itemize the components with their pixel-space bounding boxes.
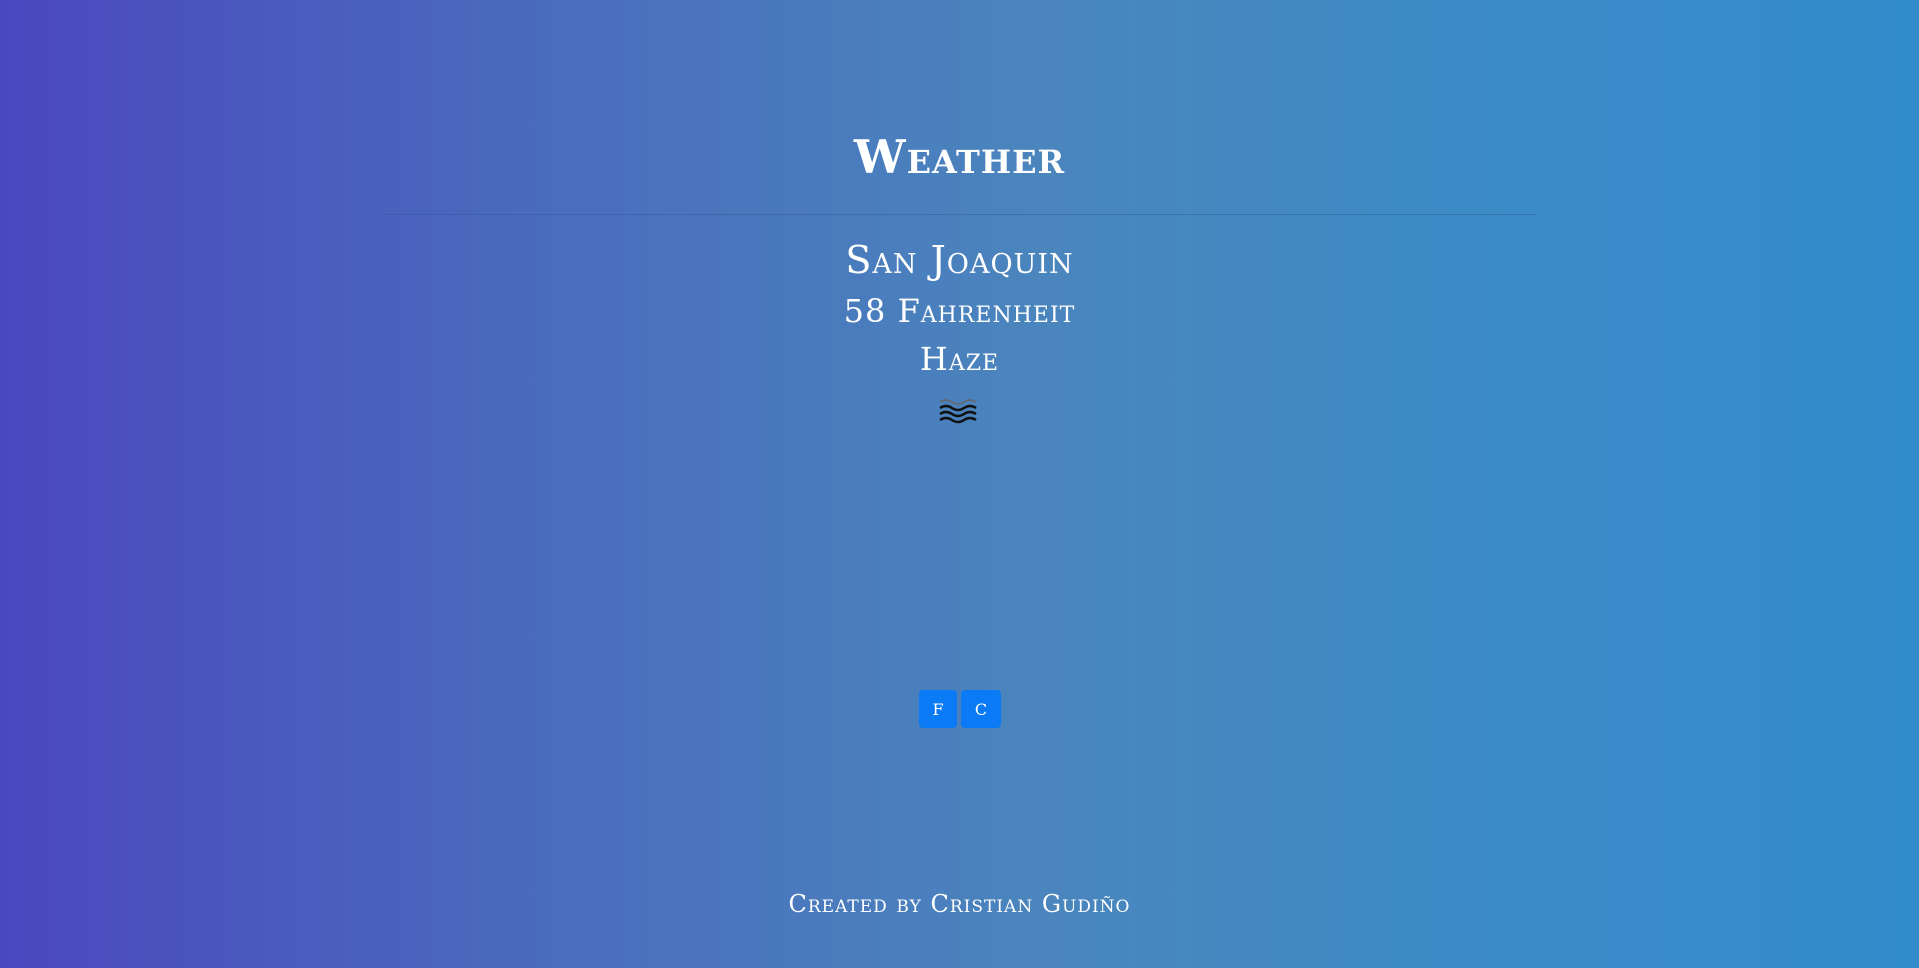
celsius-button[interactable]: C <box>961 690 1001 728</box>
page-title: Weather <box>853 130 1066 184</box>
footer-credit: Created by Cristian Gudiño <box>788 890 1131 918</box>
weather-condition: Haze <box>919 340 1000 378</box>
header-divider <box>383 214 1537 215</box>
temperature-value: 58 Fahrenheit <box>843 292 1076 330</box>
fahrenheit-button[interactable]: F <box>919 690 957 728</box>
haze-icon <box>938 396 978 424</box>
unit-toggle-group: F C <box>919 690 1001 728</box>
city-name: San Joaquin <box>845 238 1074 282</box>
